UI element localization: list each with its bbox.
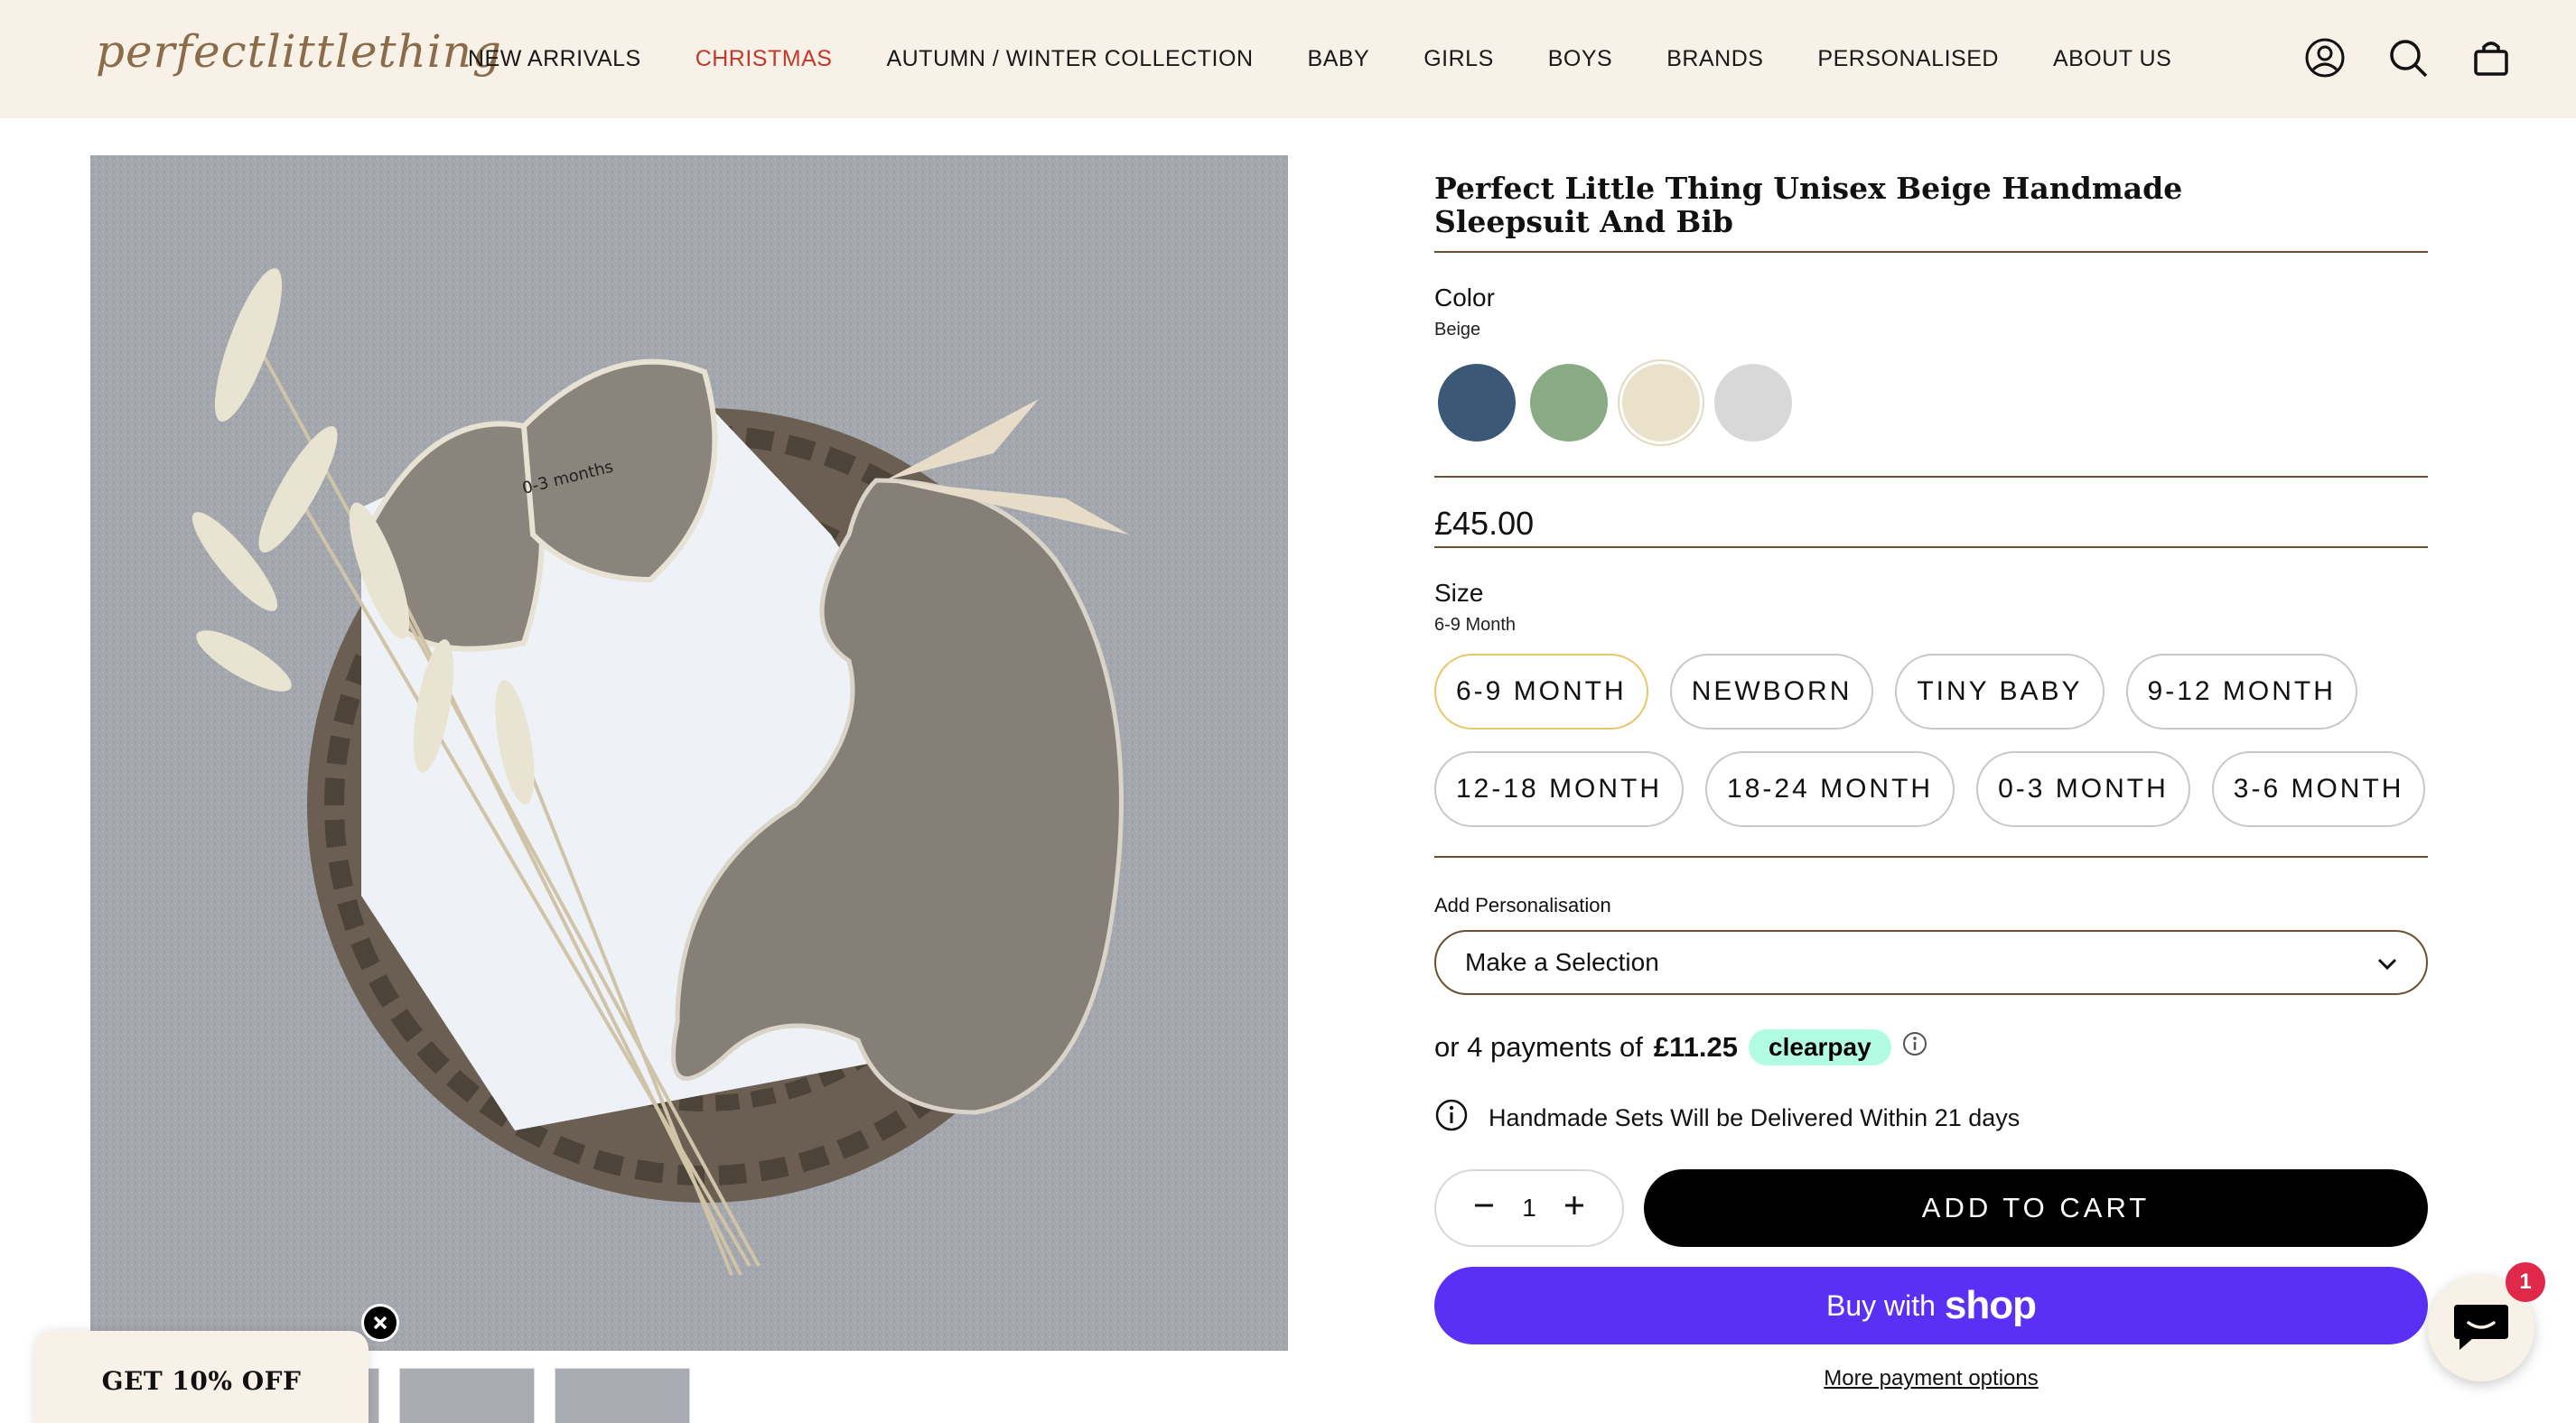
chat-bubble-icon	[2452, 1299, 2510, 1358]
size-option[interactable]: TINY BABY	[1895, 654, 2105, 730]
size-option[interactable]: NEWBORN	[1669, 654, 1874, 730]
shop-logo: shop	[1944, 1283, 2037, 1327]
add-to-cart-button[interactable]: ADD TO CART	[1644, 1169, 2428, 1247]
cart-bag-icon[interactable]	[2468, 34, 2515, 81]
personalisation-value: Make a Selection	[1465, 948, 1659, 976]
search-icon[interactable]	[2385, 34, 2431, 81]
minus-icon[interactable]	[1472, 1194, 1496, 1223]
nav-item-girls[interactable]: GIRLS	[1423, 46, 1494, 72]
swatch-sage[interactable]	[1530, 364, 1608, 442]
divider	[1434, 546, 2428, 548]
product-title: Perfect Little Thing Unisex Beige Handma…	[1434, 171, 2183, 239]
size-option[interactable]: 0-3 MONTH	[1976, 751, 2190, 827]
nav-item-baby[interactable]: BABY	[1308, 46, 1370, 72]
color-label: Color	[1434, 284, 1495, 312]
installment-payments: or 4 payments of £11.25 clearpay	[1434, 1029, 2428, 1065]
product-main-image[interactable]: 0-3 months	[90, 155, 1288, 1351]
clearpay-label: clearpay	[1769, 1033, 1871, 1061]
delivery-text: Handmade Sets Will be Delivered Within 2…	[1489, 1104, 2021, 1131]
nav-item-about-us[interactable]: ABOUT US	[2053, 46, 2171, 72]
size-label: Size	[1434, 579, 1484, 607]
close-icon[interactable]	[361, 1304, 399, 1342]
chat-unread-badge: 1	[2506, 1262, 2545, 1302]
product-photo: 0-3 months	[90, 155, 1288, 1351]
info-icon[interactable]	[1902, 1031, 1927, 1064]
product-price: £45.00	[1434, 505, 1535, 542]
more-payment-options-link[interactable]: More payment options	[1434, 1366, 2428, 1391]
nav-item-new-arrivals[interactable]: NEW ARRIVALS	[468, 46, 641, 72]
size-options: 6-9 MONTH NEWBORN TINY BABY 9-12 MONTH 1…	[1434, 654, 2428, 827]
payments-prefix: or 4 payments of	[1434, 1031, 1643, 1063]
product-info-panel: Perfect Little Thing Unisex Beige Handma…	[1434, 172, 2428, 1391]
clearpay-badge[interactable]: clearpay	[1749, 1029, 1891, 1065]
divider	[1434, 856, 2428, 858]
site-header: perfectlittlething NEW ARRIVALS CHRISTMA…	[0, 0, 2576, 118]
chevron-down-icon	[2377, 948, 2397, 977]
main-nav: NEW ARRIVALS CHRISTMAS AUTUMN / WINTER C…	[468, 0, 2171, 118]
divider	[1434, 476, 2428, 478]
nav-item-personalised[interactable]: PERSONALISED	[1817, 46, 1999, 72]
delivery-note: Handmade Sets Will be Delivered Within 2…	[1434, 1098, 2428, 1139]
thumbnail[interactable]	[555, 1368, 690, 1423]
discount-label: GET 10% OFF	[101, 1365, 302, 1396]
discount-popup-tab[interactable]: GET 10% OFF	[34, 1331, 369, 1423]
personalisation-label: Add Personalisation	[1434, 894, 1611, 916]
account-icon[interactable]	[2301, 34, 2348, 81]
nav-item-brands[interactable]: BRANDS	[1666, 46, 1763, 72]
info-icon	[1434, 1098, 1469, 1139]
header-icons	[2301, 34, 2515, 81]
plus-icon[interactable]	[1563, 1194, 1586, 1223]
quantity-value[interactable]: 1	[1522, 1194, 1536, 1223]
brand-logo[interactable]: perfectlittlething	[96, 25, 502, 78]
quantity-stepper[interactable]: 1	[1434, 1169, 1624, 1247]
nav-item-christmas[interactable]: CHRISTMAS	[695, 46, 833, 72]
color-selected-value: Beige	[1434, 320, 1481, 339]
size-option[interactable]: 9-12 MONTH	[2125, 654, 2357, 730]
buy-with-shop-button[interactable]: Buy with shop	[1434, 1267, 2428, 1344]
size-selected-value: 6-9 Month	[1434, 615, 1517, 635]
divider	[1434, 251, 2428, 253]
nav-item-autumn-winter[interactable]: AUTUMN / WINTER COLLECTION	[886, 46, 1253, 72]
size-option[interactable]: 12-18 MONTH	[1434, 751, 1685, 827]
size-option[interactable]: 3-6 MONTH	[2211, 751, 2426, 827]
swatch-grey[interactable]	[1714, 364, 1792, 442]
buy-with-label: Buy with	[1825, 1288, 1936, 1322]
color-swatches	[1434, 364, 2428, 442]
swatch-beige[interactable]	[1622, 364, 1700, 442]
payments-amount: £11.25	[1653, 1031, 1739, 1063]
nav-item-boys[interactable]: BOYS	[1548, 46, 1612, 72]
size-option[interactable]: 6-9 MONTH	[1434, 654, 1648, 730]
size-option[interactable]: 18-24 MONTH	[1705, 751, 1955, 827]
thumbnail[interactable]	[399, 1368, 535, 1423]
swatch-navy[interactable]	[1438, 364, 1516, 442]
add-to-cart-row: 1 ADD TO CART	[1434, 1169, 2428, 1247]
personalisation-select[interactable]: Make a Selection	[1434, 930, 2428, 995]
